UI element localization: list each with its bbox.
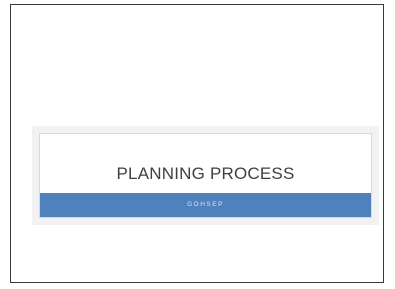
slide-title: PLANNING PROCESS	[116, 164, 295, 183]
title-band: PLANNING PROCESS GOHSEP	[32, 126, 379, 225]
subtitle-bar: GOHSEP	[40, 193, 371, 217]
slide-canvas: PLANNING PROCESS GOHSEP	[10, 4, 384, 283]
slide-subtitle: GOHSEP	[187, 201, 224, 208]
title-card: PLANNING PROCESS GOHSEP	[39, 133, 372, 218]
